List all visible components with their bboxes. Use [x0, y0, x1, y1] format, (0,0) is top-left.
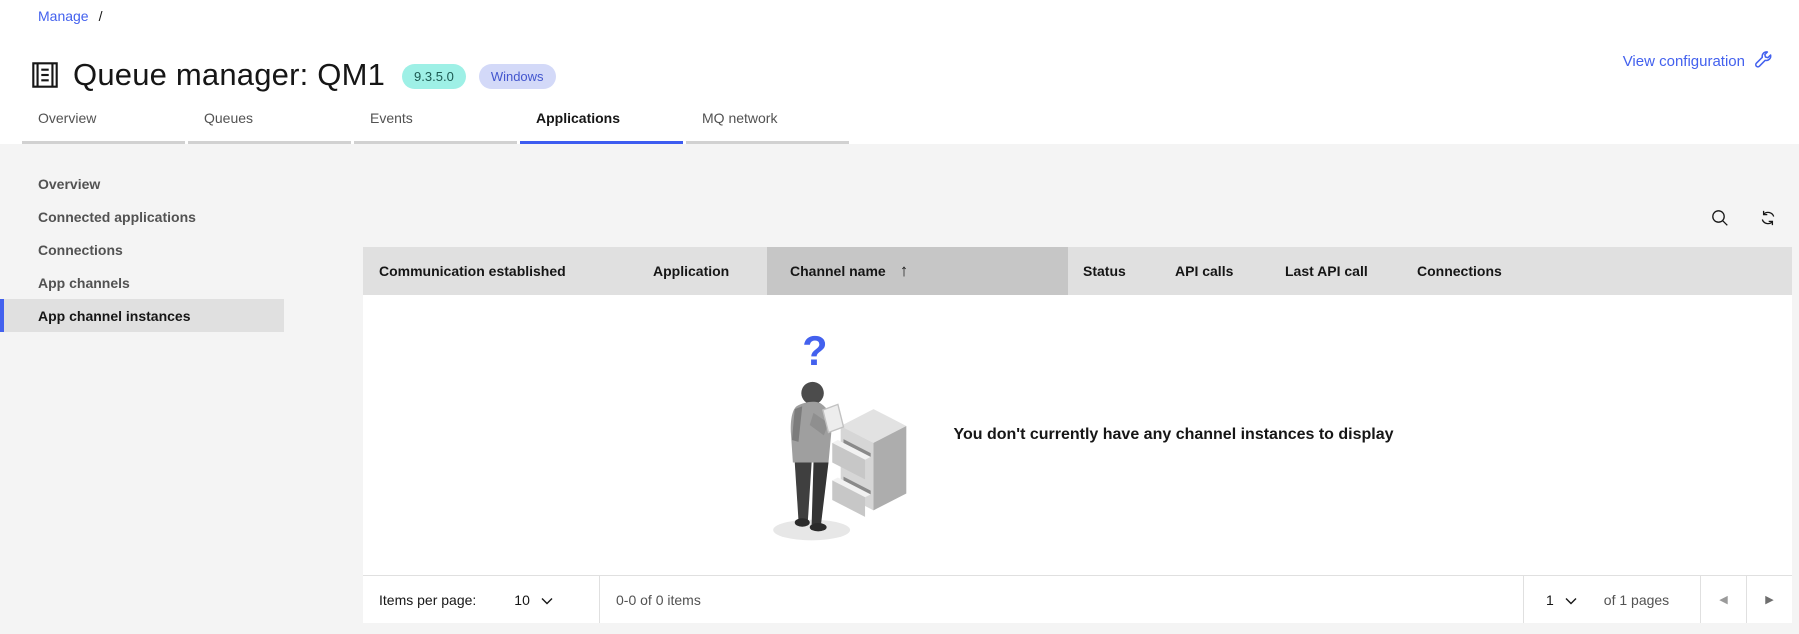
items-range-text: 0-0 of 0 items	[616, 591, 701, 608]
table-empty-body: ? You don't currently have any channel i…	[363, 295, 1792, 575]
of-pages-text: of 1 pages	[1603, 591, 1670, 608]
empty-state-message: You don't currently have any channel ins…	[953, 426, 1394, 443]
page-number-select[interactable]: 1	[1546, 592, 1577, 608]
tab-label: Queues	[204, 110, 254, 126]
tab-label: Events	[370, 110, 413, 126]
version-badge: 9.3.5.0	[402, 64, 466, 90]
page-number-value: 1	[1546, 591, 1554, 608]
breadcrumb-separator: /	[98, 8, 103, 24]
wrench-icon	[1754, 50, 1773, 73]
chevron-down-icon	[1565, 592, 1577, 608]
tab-label: MQ network	[702, 110, 778, 126]
items-per-page-label: Items per page:	[379, 591, 477, 608]
sidebar-item-app-channels[interactable]: App channels	[0, 266, 284, 299]
sidebar-item-overview[interactable]: Overview	[0, 167, 284, 200]
chevron-down-icon	[541, 592, 553, 608]
column-header-label: Channel name	[790, 263, 886, 279]
items-per-page-section: Items per page: 10	[363, 576, 600, 623]
previous-page-button[interactable]: ◀	[1700, 576, 1746, 623]
tab-applications[interactable]: Applications	[520, 95, 683, 144]
sidebar: Overview Connected applications Connecti…	[0, 167, 284, 332]
sidebar-item-label: Connections	[38, 241, 123, 258]
empty-state-illustration: ?	[761, 315, 911, 555]
column-header-label: Last API call	[1285, 263, 1368, 279]
column-header-api-calls[interactable]: API calls	[1160, 247, 1265, 295]
sidebar-item-label: Connected applications	[38, 208, 196, 225]
tab-queues[interactable]: Queues	[188, 95, 351, 144]
pagination-bar: Items per page: 10 0-0 of 0 items 1 of 1…	[363, 575, 1792, 623]
column-header-status[interactable]: Status	[1068, 247, 1160, 295]
search-button[interactable]	[1696, 196, 1744, 244]
column-header-communication-established[interactable]: Communication established	[363, 247, 645, 295]
tab-label: Applications	[536, 110, 621, 126]
column-header-label: Status	[1083, 263, 1126, 279]
search-icon	[1711, 209, 1729, 230]
column-header-channel-name[interactable]: Channel name ↑	[767, 247, 1068, 295]
tab-mq-network[interactable]: MQ network	[686, 95, 849, 144]
caret-left-icon: ◀	[1719, 594, 1728, 606]
refresh-button[interactable]	[1744, 196, 1792, 244]
column-header-connections[interactable]: Connections	[1395, 247, 1792, 295]
content-area: Overview Connected applications Connecti…	[0, 144, 1799, 634]
view-configuration-link[interactable]: View configuration	[1623, 50, 1773, 73]
sidebar-item-label: App channel instances	[38, 307, 191, 324]
tab-bar: Overview Queues Events Applications MQ n…	[22, 95, 852, 144]
caret-right-icon: ▶	[1765, 594, 1774, 606]
svg-text:?: ?	[803, 328, 828, 374]
breadcrumb-manage-link[interactable]: Manage	[38, 8, 89, 24]
items-per-page-select[interactable]: 10	[514, 592, 553, 608]
items-per-page-value: 10	[514, 591, 530, 608]
queue-manager-icon	[26, 56, 64, 94]
tab-label: Overview	[38, 110, 97, 126]
tab-overview[interactable]: Overview	[22, 95, 185, 144]
column-header-label: Communication established	[379, 263, 566, 279]
platform-badge: Windows	[478, 64, 556, 90]
sort-ascending-icon: ↑	[899, 261, 909, 280]
column-header-label: API calls	[1175, 263, 1234, 279]
sidebar-item-connected-applications[interactable]: Connected applications	[0, 200, 284, 233]
column-header-label: Connections	[1417, 263, 1502, 279]
tab-events[interactable]: Events	[354, 95, 517, 144]
breadcrumb: Manage /	[38, 8, 102, 24]
page-select-section: 1 of 1 pages	[1523, 576, 1700, 623]
column-header-application[interactable]: Application	[645, 247, 767, 295]
sidebar-item-label: Overview	[38, 175, 101, 192]
page-header: Manage / Queue manager: QM1 9.3.5.0 Wind…	[0, 0, 1799, 144]
page-title: Queue manager: QM1	[73, 56, 386, 92]
column-header-last-api-call[interactable]: Last API call	[1265, 247, 1395, 295]
channel-instances-panel: Communication established Application Ch…	[363, 192, 1792, 623]
table-toolbar	[363, 192, 1792, 247]
sidebar-item-app-channel-instances[interactable]: App channel instances	[0, 299, 284, 332]
column-header-label: Application	[653, 263, 730, 279]
sidebar-item-label: App channels	[38, 274, 130, 291]
badges: 9.3.5.0 Windows	[402, 64, 556, 90]
view-configuration-label: View configuration	[1622, 53, 1745, 70]
refresh-icon	[1759, 209, 1777, 230]
next-page-button[interactable]: ▶	[1746, 576, 1792, 623]
sidebar-item-connections[interactable]: Connections	[0, 233, 284, 266]
table-header-row: Communication established Application Ch…	[363, 247, 1792, 295]
